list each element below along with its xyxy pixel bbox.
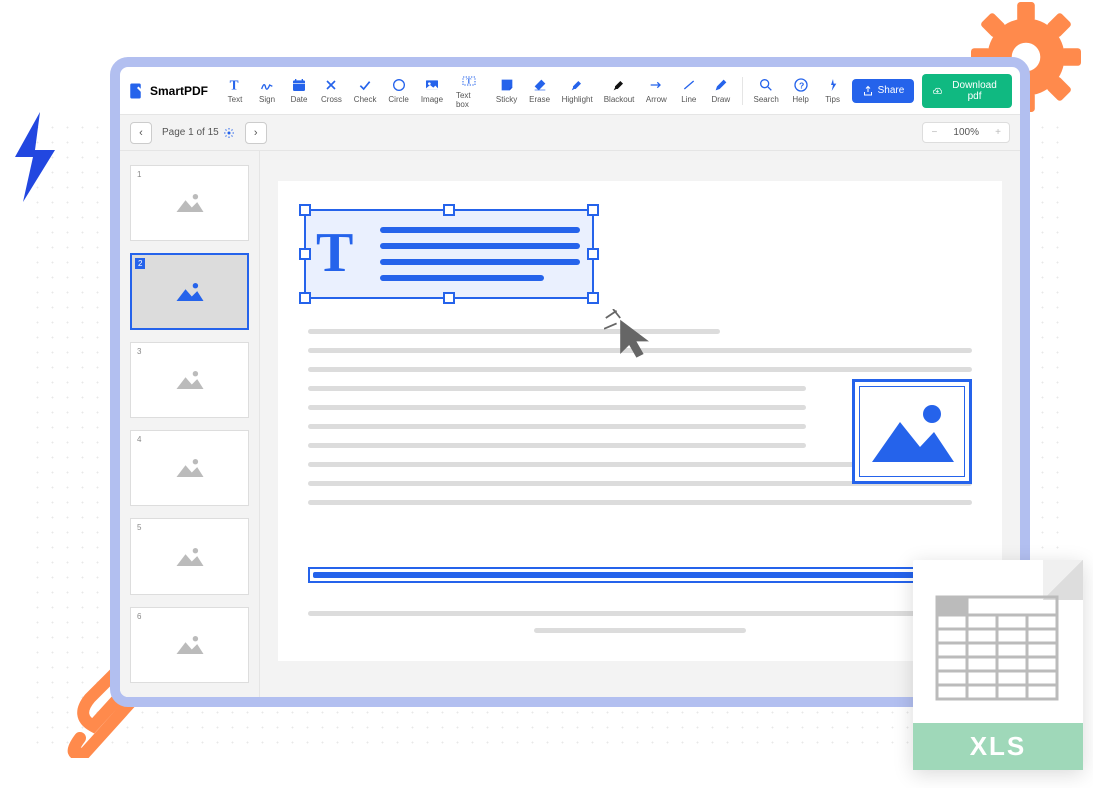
tool-date[interactable]: Date: [284, 74, 314, 107]
share-button[interactable]: Share: [852, 79, 915, 103]
tool-erase[interactable]: Erase: [524, 74, 555, 107]
resize-handle[interactable]: [299, 248, 311, 260]
xls-badge: XLS: [913, 723, 1083, 770]
gear-icon[interactable]: [223, 127, 235, 139]
tool-circle[interactable]: Circle: [383, 74, 413, 107]
toolbar-divider: [742, 77, 743, 105]
text-selection-box[interactable]: T: [304, 209, 594, 299]
tool-image[interactable]: Image: [416, 74, 448, 107]
zoom-in-button[interactable]: +: [987, 123, 1009, 142]
resize-handle[interactable]: [299, 204, 311, 216]
tool-tips[interactable]: Tips: [818, 74, 848, 107]
toolbar: SmartPDF TText Sign Date Cross Check Cir…: [120, 67, 1020, 115]
app-window: SmartPDF TText Sign Date Cross Check Cir…: [110, 57, 1030, 707]
thumbnail-6[interactable]: 6: [130, 607, 249, 683]
resize-handle[interactable]: [587, 248, 599, 260]
page-thumbnails: 1 2 3 4 5 6: [120, 151, 260, 697]
nav-bar: ‹ Page 1 of 15 › − 100% +: [120, 115, 1020, 151]
tool-highlight[interactable]: Highlight: [557, 74, 597, 107]
line-selection[interactable]: [308, 567, 972, 583]
resize-handle[interactable]: [587, 204, 599, 216]
svg-text:T: T: [230, 78, 239, 93]
workspace: 1 2 3 4 5 6 T: [120, 151, 1020, 697]
svg-text:?: ?: [799, 80, 804, 90]
zoom-value: 100%: [945, 123, 987, 142]
tool-text[interactable]: TText: [220, 74, 250, 107]
tool-sign[interactable]: Sign: [252, 74, 282, 107]
thumbnail-1[interactable]: 1: [130, 165, 249, 241]
resize-handle[interactable]: [443, 292, 455, 304]
image-selection[interactable]: [852, 379, 972, 484]
tool-line[interactable]: Line: [674, 74, 704, 107]
page-indicator: Page 1 of 15: [162, 127, 235, 139]
bolt-decoration: [5, 112, 65, 202]
canvas[interactable]: T: [260, 151, 1020, 697]
tool-draw[interactable]: Draw: [706, 74, 736, 107]
download-button[interactable]: Download pdf: [922, 74, 1012, 108]
tool-check[interactable]: Check: [349, 74, 382, 107]
tool-blackout[interactable]: Blackout: [599, 74, 639, 107]
tool-sticky[interactable]: Sticky: [491, 74, 522, 107]
zoom-out-button[interactable]: −: [923, 123, 945, 142]
prev-page-button[interactable]: ‹: [130, 122, 152, 144]
thumbnail-5[interactable]: 5: [130, 518, 249, 594]
svg-text:T: T: [467, 76, 472, 85]
resize-handle[interactable]: [443, 204, 455, 216]
footer-text-placeholder: [308, 611, 972, 633]
zoom-control: − 100% +: [922, 122, 1010, 143]
thumbnail-2[interactable]: 2: [130, 253, 249, 329]
tool-search[interactable]: Search: [749, 74, 784, 107]
text-tool-glyph: T: [316, 221, 353, 285]
app-name: SmartPDF: [150, 84, 208, 98]
document-page[interactable]: T: [278, 181, 1002, 661]
next-page-button[interactable]: ›: [245, 122, 267, 144]
app-logo[interactable]: SmartPDF: [128, 82, 208, 100]
selected-text-lines: [380, 227, 580, 281]
xls-file-icon: XLS: [913, 560, 1083, 770]
tool-textbox[interactable]: TText box: [450, 70, 489, 112]
thumbnail-3[interactable]: 3: [130, 342, 249, 418]
tool-cross[interactable]: Cross: [316, 74, 347, 107]
resize-handle[interactable]: [299, 292, 311, 304]
tool-arrow[interactable]: Arrow: [641, 74, 672, 107]
tool-help[interactable]: ?Help: [786, 74, 816, 107]
resize-handle[interactable]: [587, 292, 599, 304]
thumbnail-4[interactable]: 4: [130, 430, 249, 506]
cursor-icon: [604, 309, 658, 363]
